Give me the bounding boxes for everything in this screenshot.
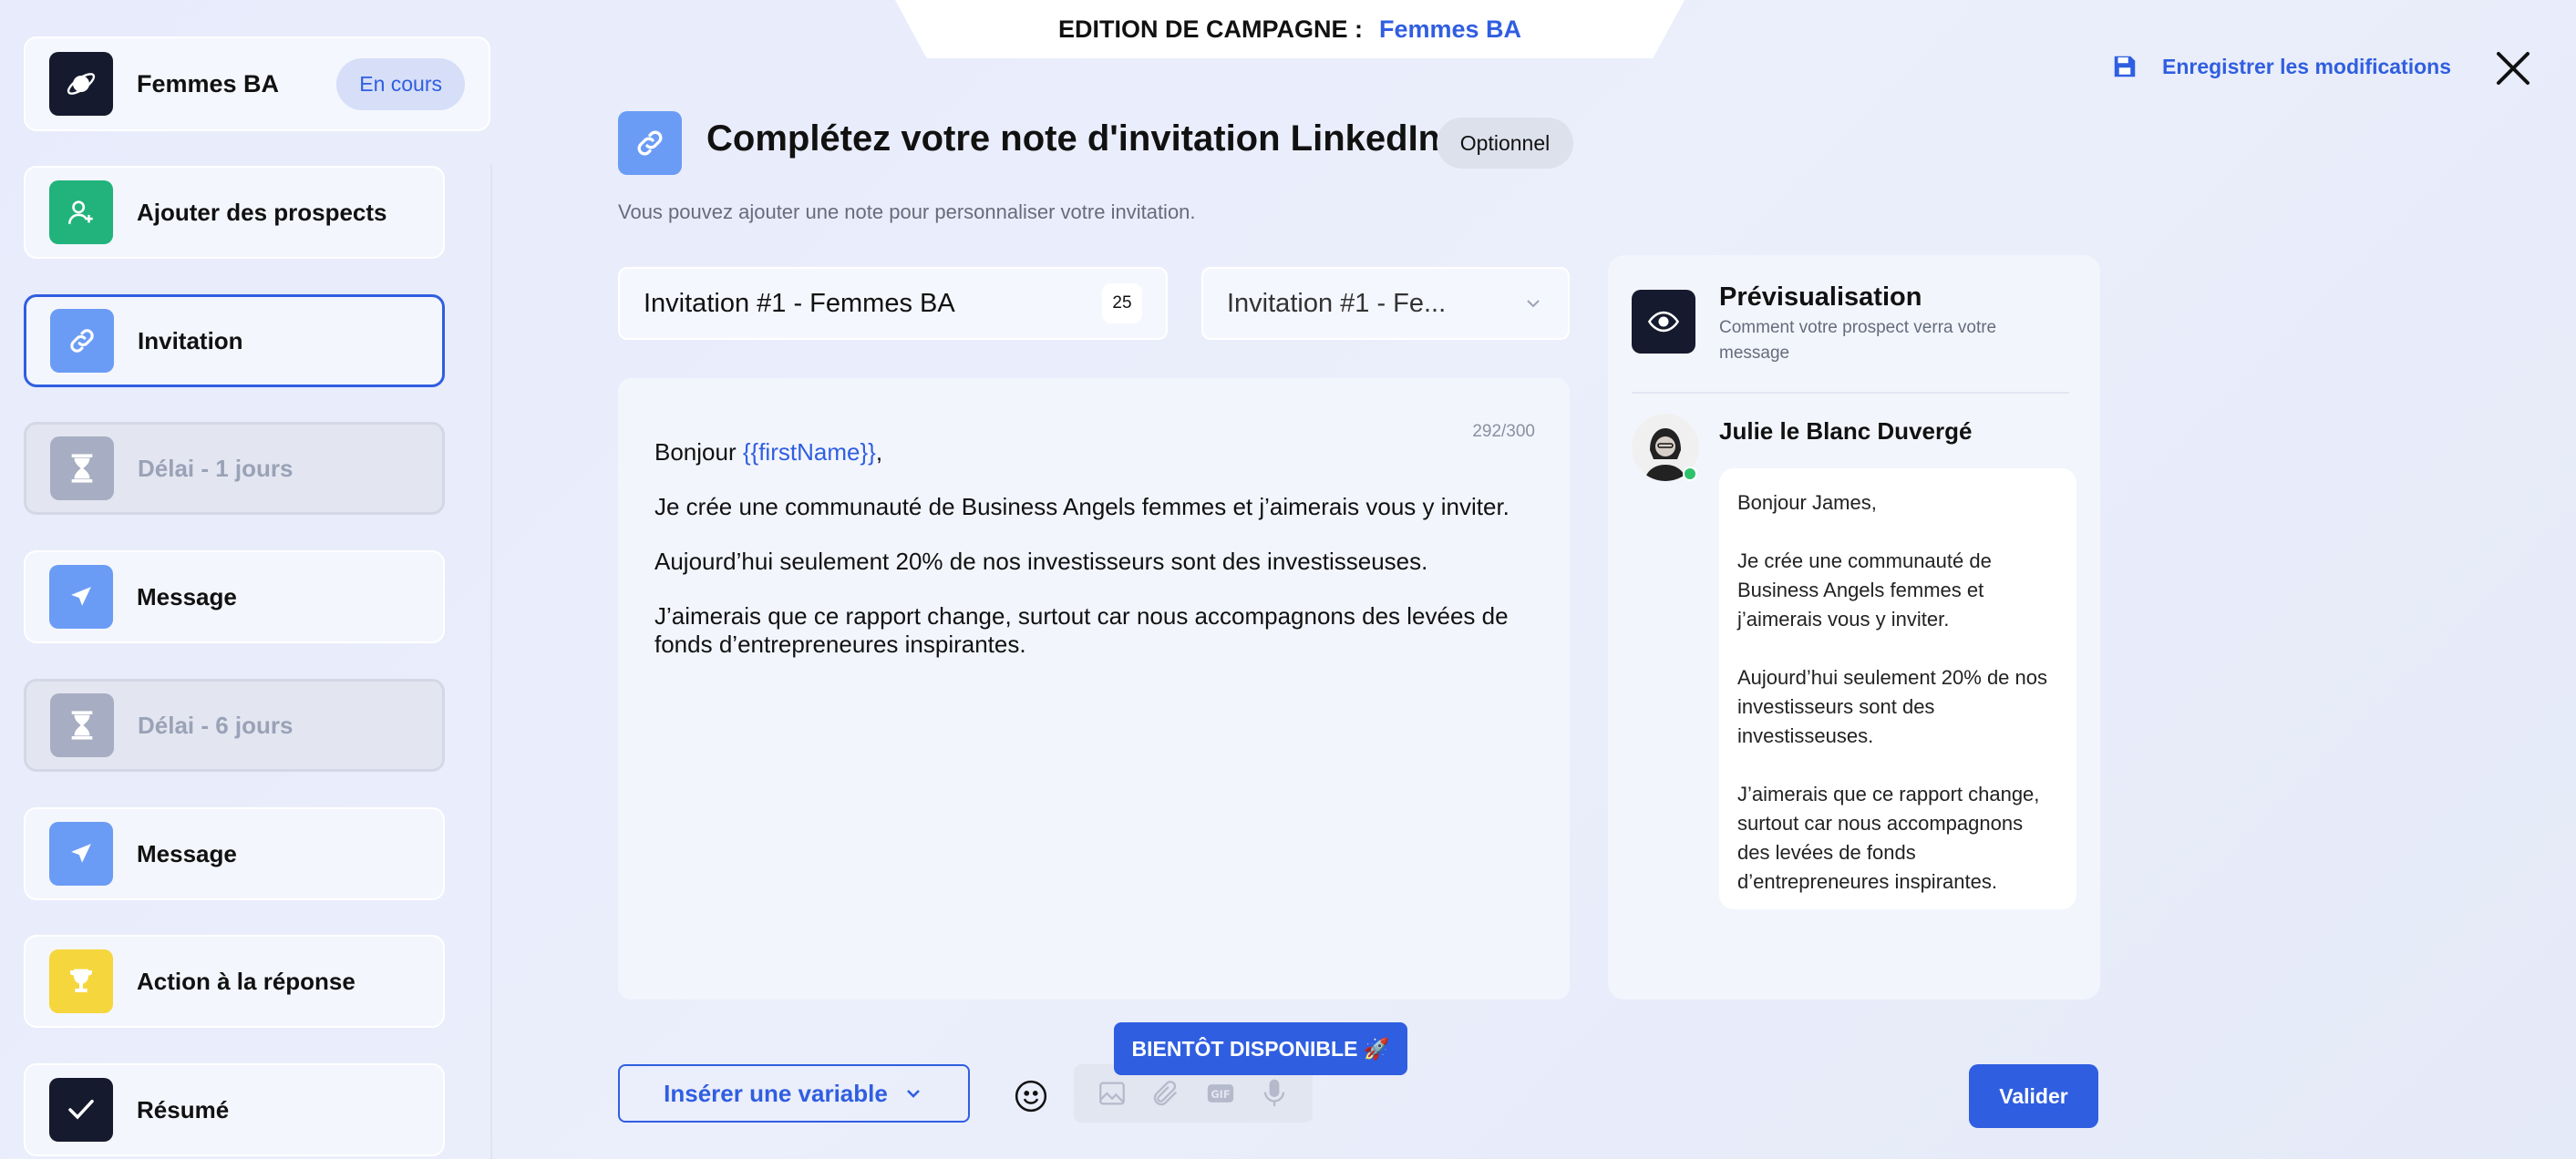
- preview-paragraph: Je crée une communauté de Business Angel…: [1737, 549, 1992, 631]
- insert-variable-label: Insérer une variable: [664, 1079, 888, 1107]
- gif-icon[interactable]: GIF: [1205, 1078, 1236, 1109]
- template-select-value: Invitation #1 - Fe...: [1227, 288, 1447, 318]
- hourglass-icon: [50, 436, 114, 500]
- step-delay-6[interactable]: Délai - 6 jours: [24, 679, 445, 772]
- trophy-icon: [49, 949, 113, 1013]
- message-editor[interactable]: 292/300 Bonjour {{firstName}}, Je crée u…: [618, 378, 1570, 1000]
- chevron-down-icon: [1527, 300, 1540, 308]
- step-label: Message: [137, 839, 237, 867]
- step-invitation[interactable]: Invitation: [24, 294, 445, 387]
- preview-paragraph: Aujourd’hui seulement 20% de nos investi…: [1737, 666, 2048, 747]
- chevron-down-icon: [906, 1090, 920, 1098]
- close-icon[interactable]: [2495, 50, 2531, 87]
- planet-icon: [49, 52, 113, 116]
- save-changes-button[interactable]: Enregistrer les modifications: [2111, 53, 2451, 80]
- campaign-name: Femmes BA: [137, 69, 280, 97]
- coming-soon-tooltip: BIENTÔT DISPONIBLE 🚀: [1114, 1022, 1407, 1075]
- step-message-1[interactable]: Message: [24, 550, 445, 643]
- hourglass-icon: [50, 693, 114, 757]
- invitation-name-value: Invitation #1 - Femmes BA: [644, 288, 955, 318]
- step-label: Ajouter des prospects: [137, 198, 387, 226]
- preview-subtitle: Comment votre prospect verra votre messa…: [1719, 318, 1997, 363]
- preview-message-bubble: Bonjour James, Je crée une communauté de…: [1719, 468, 2076, 909]
- template-select[interactable]: Invitation #1 - Fe...: [1201, 267, 1570, 340]
- page-title: Complétez votre note d'invitation Linked…: [706, 118, 1441, 159]
- eye-icon: [1632, 290, 1695, 354]
- image-icon[interactable]: [1097, 1078, 1128, 1109]
- sidebar-divider: [490, 164, 492, 1159]
- message-paragraph: J’aimerais que ce rapport change, surtou…: [654, 602, 1509, 658]
- add-user-icon: [49, 180, 113, 244]
- step-label: Délai - 1 jours: [138, 454, 294, 482]
- insert-variable-button[interactable]: Insérer une variable: [618, 1064, 970, 1123]
- microphone-icon[interactable]: [1259, 1078, 1290, 1109]
- page-subtitle: Vous pouvez ajouter une note pour person…: [618, 200, 1196, 223]
- step-reply-action[interactable]: Action à la réponse: [24, 935, 445, 1028]
- link-icon: [618, 111, 682, 175]
- floppy-disk-icon: [2114, 56, 2136, 77]
- link-icon: [50, 309, 114, 373]
- emoji-icon[interactable]: [1014, 1079, 1048, 1113]
- firstname-variable: {{firstName}}: [742, 438, 876, 466]
- step-message-2[interactable]: Message: [24, 807, 445, 900]
- campaign-card[interactable]: Femmes BA En cours: [24, 36, 490, 131]
- preview-paragraph: J’aimerais que ce rapport change, surtou…: [1737, 783, 2040, 893]
- validate-button[interactable]: Valider: [1969, 1064, 2098, 1128]
- optional-badge: Optionnel: [1437, 118, 1573, 169]
- online-status-dot: [1683, 467, 1697, 481]
- step-label: Invitation: [138, 326, 243, 354]
- send-icon: [49, 822, 113, 886]
- step-delay-1[interactable]: Délai - 1 jours: [24, 422, 445, 515]
- message-paragraph: Aujourd’hui seulement 20% de nos investi…: [654, 548, 1428, 575]
- campaign-edition-tab: EDITION DE CAMPAGNE : Femmes BA: [895, 0, 1685, 58]
- message-paragraph: Je crée une communauté de Business Angel…: [654, 493, 1510, 520]
- preview-title: Prévisualisation: [1719, 282, 1922, 312]
- check-icon: [49, 1078, 113, 1142]
- step-add-prospects[interactable]: Ajouter des prospects: [24, 166, 445, 259]
- preview-divider: [1632, 392, 2069, 394]
- step-summary[interactable]: Résumé: [24, 1063, 445, 1156]
- send-icon: [49, 565, 113, 629]
- preview-greeting: Bonjour James,: [1737, 491, 1877, 514]
- save-changes-label: Enregistrer les modifications: [2162, 54, 2451, 78]
- name-char-count: 25: [1102, 283, 1142, 323]
- status-badge: En cours: [336, 57, 465, 110]
- edition-campaign-name: Femmes BA: [1378, 15, 1522, 43]
- message-greeting: Bonjour {{firstName}},: [654, 438, 883, 466]
- step-label: Action à la réponse: [137, 967, 355, 995]
- char-counter: 292/300: [1472, 422, 1535, 441]
- sender-name: Julie le Blanc Duvergé: [1719, 417, 1973, 445]
- edition-label: EDITION DE CAMPAGNE :: [1057, 15, 1363, 43]
- step-label: Message: [137, 582, 237, 610]
- svg-text:GIF: GIF: [1211, 1088, 1230, 1101]
- invitation-name-input[interactable]: Invitation #1 - Femmes BA 25: [618, 267, 1168, 340]
- step-label: Délai - 6 jours: [138, 711, 294, 739]
- step-label: Résumé: [137, 1095, 230, 1123]
- paperclip-icon[interactable]: [1150, 1078, 1181, 1109]
